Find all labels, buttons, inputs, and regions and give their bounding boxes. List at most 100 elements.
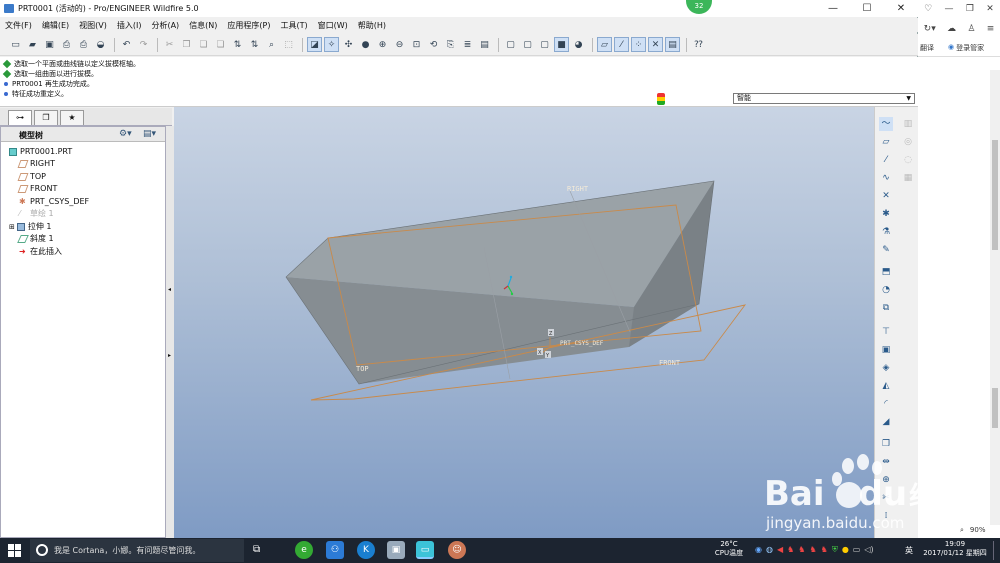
minimize-icon[interactable]: — xyxy=(945,4,954,14)
tree-item-part[interactable]: PRT0001.PRT xyxy=(9,146,72,157)
settings-icon[interactable]: ⚙▾ xyxy=(119,129,132,139)
open-folder-icon[interactable]: ▰ xyxy=(25,37,40,52)
context-help-icon[interactable]: ⁇ xyxy=(691,37,706,52)
scrollbar-thumb[interactable] xyxy=(992,140,998,250)
tray-icon[interactable]: ◉ xyxy=(755,545,762,555)
reorient-icon[interactable]: ⟲ xyxy=(426,37,441,52)
datum-curve-tool-icon[interactable]: ∿ xyxy=(879,171,893,185)
save-icon[interactable]: ▣ xyxy=(42,37,57,52)
undo-icon[interactable]: ↶ xyxy=(119,37,134,52)
tray-icon[interactable]: ● xyxy=(842,545,849,555)
chamfer-tool-icon[interactable]: ◢ xyxy=(879,415,893,429)
more-icon[interactable]: ≡ xyxy=(987,24,995,34)
proe-app-icon[interactable]: ▭ xyxy=(416,541,434,559)
new-file-icon[interactable]: ▭ xyxy=(8,37,23,52)
rib-tool-icon[interactable]: ◈ xyxy=(879,361,893,375)
regenerate-icon[interactable]: ⇅ xyxy=(230,37,245,52)
enhanced-realism-icon[interactable]: ◕ xyxy=(571,37,586,52)
wireframe-icon[interactable]: ▢ xyxy=(503,37,518,52)
datum-points-icon[interactable]: ⁘ xyxy=(631,37,646,52)
orient-mode-icon[interactable]: ✣ xyxy=(341,37,356,52)
selection-filter-dropdown[interactable]: 智能 ▼ xyxy=(733,93,915,104)
close-icon[interactable]: ✕ xyxy=(986,4,994,14)
tree-item-front[interactable]: FRONT xyxy=(17,183,57,194)
shading-icon[interactable]: ■ xyxy=(554,37,569,52)
expand-icon[interactable]: ⊞ xyxy=(9,223,15,231)
volume-icon[interactable]: ◁) xyxy=(864,545,873,555)
tray-icon[interactable]: ◍ xyxy=(766,545,773,555)
print-preview-icon[interactable]: ⎙ xyxy=(76,37,91,52)
tree-item-top[interactable]: TOP xyxy=(17,171,46,182)
collapse-left-icon[interactable]: ◂ xyxy=(168,286,171,293)
show-desktop-button[interactable] xyxy=(993,541,998,560)
menu-tools[interactable]: 工具(T) xyxy=(276,20,313,31)
round-tool-icon[interactable]: ◜ xyxy=(879,397,893,411)
paste-icon[interactable]: ❏ xyxy=(196,37,211,52)
tray-icon[interactable]: ◀ xyxy=(777,545,783,555)
tree-item-extrude[interactable]: ⊞ 拉伸 1 xyxy=(9,221,52,232)
tray-icon[interactable]: ♞ xyxy=(787,545,794,555)
close-button[interactable]: ✕ xyxy=(884,0,918,17)
browser-scrollbar[interactable] xyxy=(990,70,1000,525)
sweep-tool-icon[interactable]: ⧉ xyxy=(879,301,893,315)
network-icon[interactable]: ▭ xyxy=(853,545,861,555)
hidden-line-icon[interactable]: ▢ xyxy=(520,37,535,52)
task-view-icon[interactable]: ⧉ xyxy=(253,544,260,555)
menu-applications[interactable]: 应用程序(P) xyxy=(222,20,275,31)
find-icon[interactable]: ⌕ xyxy=(264,37,279,52)
datum-planes-icon[interactable]: ▱ xyxy=(597,37,612,52)
panel-splitter[interactable]: ◂ ▸ xyxy=(166,126,174,538)
photo-app-icon[interactable]: ☺ xyxy=(448,541,466,559)
cpu-temp-widget[interactable]: 26°C CPU温度 xyxy=(714,540,744,558)
translate-link[interactable]: 翻译 xyxy=(920,43,934,53)
sketch-tool-icon[interactable]: 〜 xyxy=(879,117,893,131)
repaint-icon[interactable]: ◪ xyxy=(307,37,322,52)
user-icon[interactable]: ♙ xyxy=(967,24,975,34)
regenerate-manager-icon[interactable]: ⇅ xyxy=(247,37,262,52)
menu-analysis[interactable]: 分析(A) xyxy=(146,20,184,31)
datum-point-tool-icon[interactable]: ✕ xyxy=(879,189,893,203)
tree-item-sketch[interactable]: ⁄ 草绘 1 xyxy=(19,208,54,219)
appearance-icon[interactable]: ● xyxy=(358,37,373,52)
tray-icon[interactable]: ♞ xyxy=(809,545,816,555)
print-icon[interactable]: ⎙ xyxy=(59,37,74,52)
refit-icon[interactable]: ⊡ xyxy=(409,37,424,52)
document-app-icon[interactable]: ▣ xyxy=(387,541,405,559)
tab-favorites[interactable]: ★ xyxy=(60,110,84,125)
show-menu-icon[interactable]: ▤▾ xyxy=(143,129,156,139)
menu-icon[interactable]: ♡ xyxy=(924,4,932,14)
refresh-icon[interactable]: ↻▾ xyxy=(924,24,936,34)
hole-tool-icon[interactable]: ⊤ xyxy=(879,325,893,339)
menu-view[interactable]: 视图(V) xyxy=(74,20,112,31)
browser-app-icon[interactable]: e xyxy=(295,541,313,559)
copy-icon[interactable]: ❐ xyxy=(179,37,194,52)
ime-indicator[interactable]: 英 xyxy=(905,545,913,556)
layers-icon[interactable]: ≣ xyxy=(460,37,475,52)
zoom-in-icon[interactable]: ⊕ xyxy=(375,37,390,52)
menu-file[interactable]: 文件(F) xyxy=(0,20,37,31)
login-link[interactable]: ◉ 登录管家 xyxy=(948,43,984,53)
collapse-right-icon[interactable]: ▸ xyxy=(168,352,171,359)
clock[interactable]: 19:09 2017/01/12 星期四 xyxy=(920,540,990,558)
datum-axes-icon[interactable]: ⁄ xyxy=(614,37,629,52)
menu-help[interactable]: 帮助(H) xyxy=(353,20,391,31)
windows-start-icon[interactable] xyxy=(8,544,21,557)
email-icon[interactable]: ◒ xyxy=(93,37,108,52)
cut-icon[interactable]: ✂ xyxy=(162,37,177,52)
datum-axis-tool-icon[interactable]: ⁄ xyxy=(879,153,893,167)
tray-icon[interactable]: ♞ xyxy=(821,545,828,555)
copy-feature-icon[interactable]: ❐ xyxy=(879,437,893,451)
no-hidden-icon[interactable]: ▢ xyxy=(537,37,552,52)
network-app-icon[interactable]: ⚇ xyxy=(326,541,344,559)
annotations-icon[interactable]: ▤ xyxy=(665,37,680,52)
menu-info[interactable]: 信息(N) xyxy=(184,20,222,31)
zoom-out-icon[interactable]: ⊖ xyxy=(392,37,407,52)
cortana-search-box[interactable]: 我是 Cortana，小娜。有问题尽管问我。 xyxy=(30,539,244,562)
tree-item-csys[interactable]: ✱ PRT_CSYS_DEF xyxy=(19,196,89,207)
restore-icon[interactable]: ❐ xyxy=(966,4,974,14)
redo-icon[interactable]: ↷ xyxy=(136,37,151,52)
shell-tool-icon[interactable]: ▣ xyxy=(879,343,893,357)
analysis-feature-icon[interactable]: ⚗ xyxy=(879,225,893,239)
coordinate-systems-icon[interactable]: ✕ xyxy=(648,37,663,52)
scrollbar-thumb[interactable] xyxy=(992,388,998,428)
